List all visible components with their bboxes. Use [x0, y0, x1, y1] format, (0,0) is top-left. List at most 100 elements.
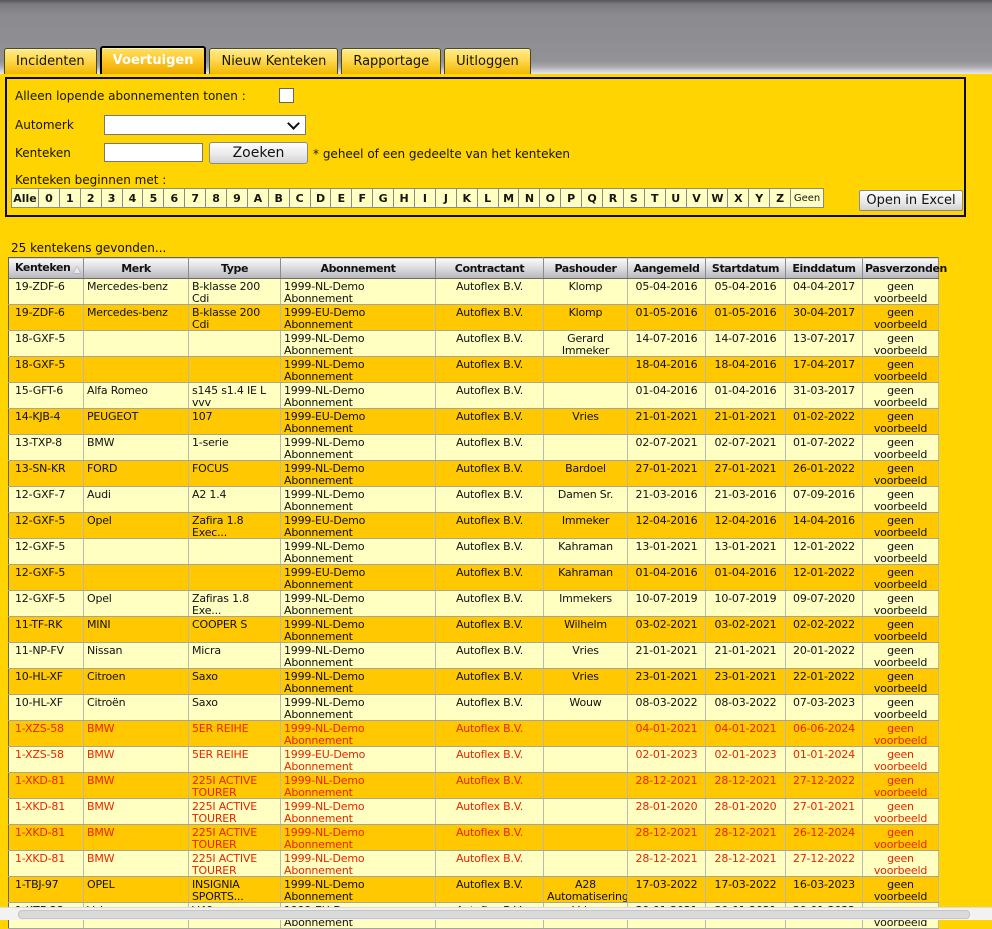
- table-cell: Nissan: [84, 643, 189, 669]
- scrollbar-thumb[interactable]: [18, 910, 970, 919]
- alphabet-filter-f[interactable]: F: [352, 189, 373, 207]
- alphabet-filter-1[interactable]: 1: [60, 189, 81, 207]
- table-row[interactable]: 1-XKD-81BMW225I ACTIVE TOURER1999-NL-Dem…: [9, 773, 939, 799]
- column-header-merk[interactable]: Merk: [84, 258, 189, 279]
- alphabet-filter-w[interactable]: W: [708, 189, 729, 207]
- table-row[interactable]: 12-GXF-7AudiA2 1.41999-NL-Demo Abonnemen…: [9, 487, 939, 513]
- alphabet-filter-x[interactable]: X: [728, 189, 749, 207]
- table-row[interactable]: 15-GFT-6Alfa Romeos145 s1.4 IE L vvv1999…: [9, 383, 939, 409]
- table-cell: 1999-EU-Demo Abonnement: [281, 305, 436, 331]
- alphabet-filter-6[interactable]: 6: [164, 189, 185, 207]
- column-header-startdatum[interactable]: Startdatum: [706, 258, 786, 279]
- table-cell: [544, 435, 628, 461]
- table-row[interactable]: 1-XKD-81BMW225I ACTIVE TOURER1999-NL-Dem…: [9, 851, 939, 877]
- alphabet-filter-8[interactable]: 8: [206, 189, 227, 207]
- page-body: Alleen lopende abonnementen tonen : Auto…: [0, 74, 992, 919]
- alphabet-filter-a[interactable]: A: [248, 189, 269, 207]
- alphabet-filter-c[interactable]: C: [290, 189, 311, 207]
- table-row[interactable]: 1-XKD-81BMW225I ACTIVE TOURER1999-NL-Dem…: [9, 825, 939, 851]
- table-row[interactable]: 14-KJB-4PEUGEOT1071999-EU-Demo Abonnemen…: [9, 409, 939, 435]
- lopende-abonnementen-checkbox[interactable]: [279, 88, 294, 103]
- table-cell: 1999-NL-Demo Abonnement: [281, 487, 436, 513]
- alphabet-filter-7[interactable]: 7: [185, 189, 206, 207]
- table-row[interactable]: 12-GXF-51999-EU-Demo AbonnementAutoflex …: [9, 565, 939, 591]
- alphabet-filter-0[interactable]: 0: [39, 189, 60, 207]
- table-row[interactable]: 19-ZDF-6Mercedes-benzB-klasse 200 Cdi199…: [9, 305, 939, 331]
- alphabet-filter-5[interactable]: 5: [143, 189, 164, 207]
- table-row[interactable]: 11-NP-FVNissanMicra1999-NL-Demo Abonneme…: [9, 643, 939, 669]
- alphabet-filter-r[interactable]: R: [603, 189, 624, 207]
- tab-nieuw-kenteken[interactable]: Nieuw Kenteken: [209, 48, 338, 74]
- table-cell: FORD: [84, 461, 189, 487]
- tab-uitloggen[interactable]: Uitloggen: [444, 48, 531, 74]
- table-row[interactable]: 1-TBJ-97OPELINSIGNIA SPORTS...1999-NL-De…: [9, 877, 939, 903]
- column-header-kenteken[interactable]: ▲Kenteken: [9, 258, 84, 279]
- alphabet-filter-2[interactable]: 2: [81, 189, 102, 207]
- table-row[interactable]: 12-GXF-5OpelZafiras 1.8 Exe...1999-NL-De…: [9, 591, 939, 617]
- alphabet-filter-4[interactable]: 4: [123, 189, 144, 207]
- table-row[interactable]: 12-GXF-5OpelZafira 1.8 Exec...1999-EU-De…: [9, 513, 939, 539]
- alphabet-filter-p[interactable]: P: [561, 189, 582, 207]
- alphabet-filter-g[interactable]: G: [373, 189, 394, 207]
- table-cell: 06-06-2024: [786, 721, 863, 747]
- alphabet-filter-d[interactable]: D: [311, 189, 332, 207]
- alphabet-filter-v[interactable]: V: [687, 189, 708, 207]
- alphabet-filter-y[interactable]: Y: [749, 189, 770, 207]
- table-cell: Autoflex B.V.: [436, 357, 544, 383]
- alphabet-filter-n[interactable]: N: [519, 189, 540, 207]
- table-cell: geen voorbeeld: [863, 357, 939, 383]
- table-row[interactable]: 1-XZS-58BMW5ER REIHE1999-NL-Demo Abonnem…: [9, 721, 939, 747]
- kenteken-input[interactable]: [104, 143, 203, 162]
- table-cell: 08-03-2022: [706, 695, 786, 721]
- table-row[interactable]: 12-GXF-51999-NL-Demo AbonnementAutoflex …: [9, 539, 939, 565]
- alphabet-filter-alle[interactable]: Alle: [12, 189, 39, 207]
- alphabet-filter-9[interactable]: 9: [227, 189, 248, 207]
- alphabet-filter-q[interactable]: Q: [582, 189, 603, 207]
- alphabet-filter-u[interactable]: U: [666, 189, 687, 207]
- alphabet-filter-j[interactable]: J: [436, 189, 457, 207]
- column-header-contractant[interactable]: Contractant: [436, 258, 544, 279]
- open-in-excel-button[interactable]: Open in Excel: [859, 190, 963, 211]
- tab-incidenten[interactable]: Incidenten: [4, 48, 97, 74]
- table-cell: geen voorbeeld: [863, 851, 939, 877]
- alphabet-filter-geen[interactable]: Geen: [791, 189, 823, 207]
- table-row[interactable]: 11-TF-RKMINICOOPER S1999-NL-Demo Abonnem…: [9, 617, 939, 643]
- alphabet-filter-k[interactable]: K: [457, 189, 478, 207]
- table-row[interactable]: 19-ZDF-6Mercedes-benzB-klasse 200 Cdi199…: [9, 279, 939, 305]
- alphabet-filter-l[interactable]: L: [478, 189, 499, 207]
- column-header-einddatum[interactable]: Einddatum: [786, 258, 863, 279]
- tab-voertuigen[interactable]: Voertuigen: [100, 46, 207, 74]
- alphabet-filter-s[interactable]: S: [624, 189, 645, 207]
- table-cell: 04-01-2021: [706, 721, 786, 747]
- alphabet-filter-e[interactable]: E: [331, 189, 352, 207]
- column-header-abonnement[interactable]: Abonnement: [281, 258, 436, 279]
- table-row[interactable]: 10-HL-XFCitroenSaxo1999-NL-Demo Abonneme…: [9, 669, 939, 695]
- table-cell: 10-HL-XF: [9, 695, 84, 721]
- alphabet-filter-b[interactable]: B: [269, 189, 290, 207]
- table-row[interactable]: 18-GXF-51999-NL-Demo AbonnementAutoflex …: [9, 357, 939, 383]
- table-row[interactable]: 13-TXP-8BMW1-serie1999-NL-Demo Abonnemen…: [9, 435, 939, 461]
- alphabet-filter-3[interactable]: 3: [102, 189, 123, 207]
- column-header-aangemeld[interactable]: Aangemeld: [628, 258, 706, 279]
- table-row[interactable]: 1-XKD-81BMW225I ACTIVE TOURER1999-NL-Dem…: [9, 799, 939, 825]
- table-row[interactable]: 10-HL-XFCitroënSaxo1999-NL-Demo Abonneme…: [9, 695, 939, 721]
- alphabet-filter-t[interactable]: T: [645, 189, 666, 207]
- tab-rapportage[interactable]: Rapportage: [341, 48, 441, 74]
- alphabet-filter-i[interactable]: I: [415, 189, 436, 207]
- table-row[interactable]: 13-SN-KRFORDFOCUS1999-NL-Demo Abonnement…: [9, 461, 939, 487]
- table-row[interactable]: 18-GXF-51999-NL-Demo AbonnementAutoflex …: [9, 331, 939, 357]
- table-cell: 1-XKD-81: [9, 825, 84, 851]
- table-cell: Klomp: [544, 305, 628, 331]
- table-row[interactable]: 1-XZS-58BMW5ER REIHE1999-EU-Demo Abonnem…: [9, 747, 939, 773]
- automerk-select[interactable]: [104, 115, 306, 135]
- alphabet-filter-o[interactable]: O: [540, 189, 561, 207]
- alphabet-filter-h[interactable]: H: [394, 189, 415, 207]
- column-header-pasverzonden[interactable]: Pasverzonden: [863, 258, 939, 279]
- horizontal-scrollbar[interactable]: [0, 907, 992, 920]
- alphabet-filter-z[interactable]: Z: [770, 189, 791, 207]
- column-header-pashouder[interactable]: Pashouder: [544, 258, 628, 279]
- table-cell: Autoflex B.V.: [436, 487, 544, 513]
- column-header-type[interactable]: Type: [189, 258, 281, 279]
- zoeken-button[interactable]: Zoeken: [209, 142, 308, 164]
- alphabet-filter-m[interactable]: M: [499, 189, 520, 207]
